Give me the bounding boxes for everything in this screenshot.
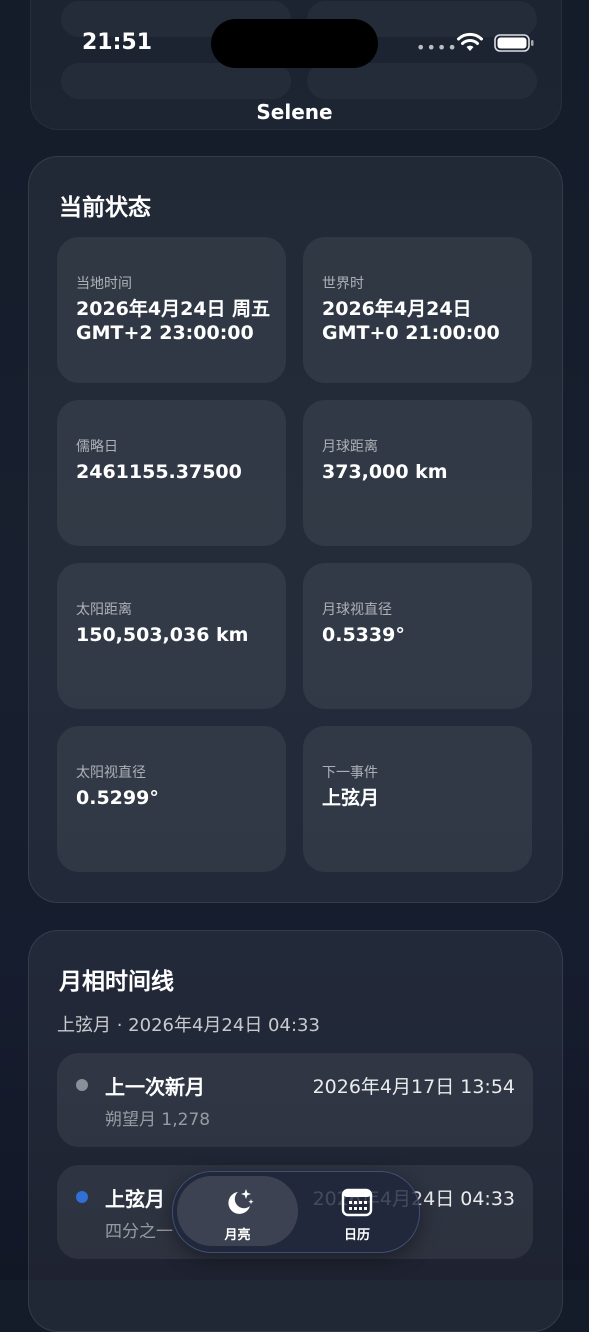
- tile-label: 下一事件: [322, 765, 378, 781]
- dynamic-island: [211, 19, 378, 68]
- tile-universal-time: 世界时 2026年4月24日 GMT+0 21:00:00: [303, 237, 532, 383]
- event-detail: 朔望月 1,278: [105, 1110, 211, 1130]
- tile-local-time: 当地时间 2026年4月24日 周五 GMT+2 23:00:00: [57, 237, 286, 383]
- moon-stars-icon: [227, 1189, 254, 1214]
- tile-value: 上弦月: [322, 787, 380, 809]
- tab-label: 日历: [343, 1228, 370, 1243]
- tile-label: 当地时间: [76, 276, 132, 292]
- current-state-card: 当前状态 当地时间 2026年4月24日 周五 GMT+2 23:00:00 世…: [28, 156, 563, 903]
- tab-calendar[interactable]: 日历: [299, 1176, 415, 1246]
- tab-moon[interactable]: 月亮: [177, 1176, 298, 1246]
- event-detail: 四分之一: [105, 1222, 173, 1242]
- tile-label: 世界时: [322, 276, 364, 292]
- tile-value: 0.5339°: [322, 624, 405, 646]
- tile-sun-angular-diameter: 太阳视直径 0.5299°: [57, 726, 286, 872]
- tile-value: 0.5299°: [76, 787, 159, 809]
- tile-value: 373,000 km: [322, 461, 448, 483]
- tile-value: 2461155.37500: [76, 461, 242, 483]
- tile-julian-day: 儒略日 2461155.37500: [57, 400, 286, 546]
- timeline-title: 月相时间线: [59, 969, 174, 995]
- tile-next-event: 下一事件 上弦月: [303, 726, 532, 872]
- event-name: 上一次新月: [105, 1075, 205, 1099]
- timeline-subtitle: 上弦月 · 2026年4月24日 04:33: [57, 1015, 320, 1036]
- event-dot: [76, 1079, 88, 1091]
- current-state-title: 当前状态: [59, 195, 151, 221]
- wifi-icon: [457, 32, 483, 51]
- status-time: 21:51: [82, 30, 153, 55]
- tile-value: 2026年4月24日 周五 GMT+2 23:00:00: [76, 298, 271, 344]
- battery-icon: [494, 34, 534, 52]
- tile-moon-angular-diameter: 月球视直径 0.5339°: [303, 563, 532, 709]
- app-title: Selene: [256, 100, 333, 124]
- tile-value: 2026年4月24日 GMT+0 21:00:00: [322, 298, 500, 344]
- cellular-signal-icon: ••••: [416, 38, 458, 57]
- tile-value: 150,503,036 km: [76, 624, 249, 646]
- tile-moon-distance: 月球距离 373,000 km: [303, 400, 532, 546]
- phase-timeline-card: 月相时间线 上弦月 · 2026年4月24日 04:33 上一次新月 2026年…: [28, 930, 563, 1332]
- tile-label: 月球距离: [322, 439, 378, 455]
- tile-sun-distance: 太阳距离 150,503,036 km: [57, 563, 286, 709]
- event-name: 上弦月: [105, 1187, 165, 1211]
- event-date: 2026年4月17日 13:54: [312, 1076, 515, 1098]
- event-dot: [76, 1191, 88, 1203]
- status-bar: 21:51 ••••: [0, 0, 589, 88]
- tile-label: 太阳视直径: [76, 765, 146, 781]
- tab-bar: 月亮 日历: [172, 1171, 420, 1253]
- calendar-icon: [341, 1188, 373, 1217]
- tab-label: 月亮: [224, 1228, 251, 1243]
- tile-label: 月球视直径: [322, 602, 392, 618]
- tile-label: 太阳距离: [76, 602, 132, 618]
- tile-label: 儒略日: [76, 439, 118, 455]
- timeline-event-row[interactable]: 上一次新月 2026年4月17日 13:54 朔望月 1,278: [57, 1053, 533, 1147]
